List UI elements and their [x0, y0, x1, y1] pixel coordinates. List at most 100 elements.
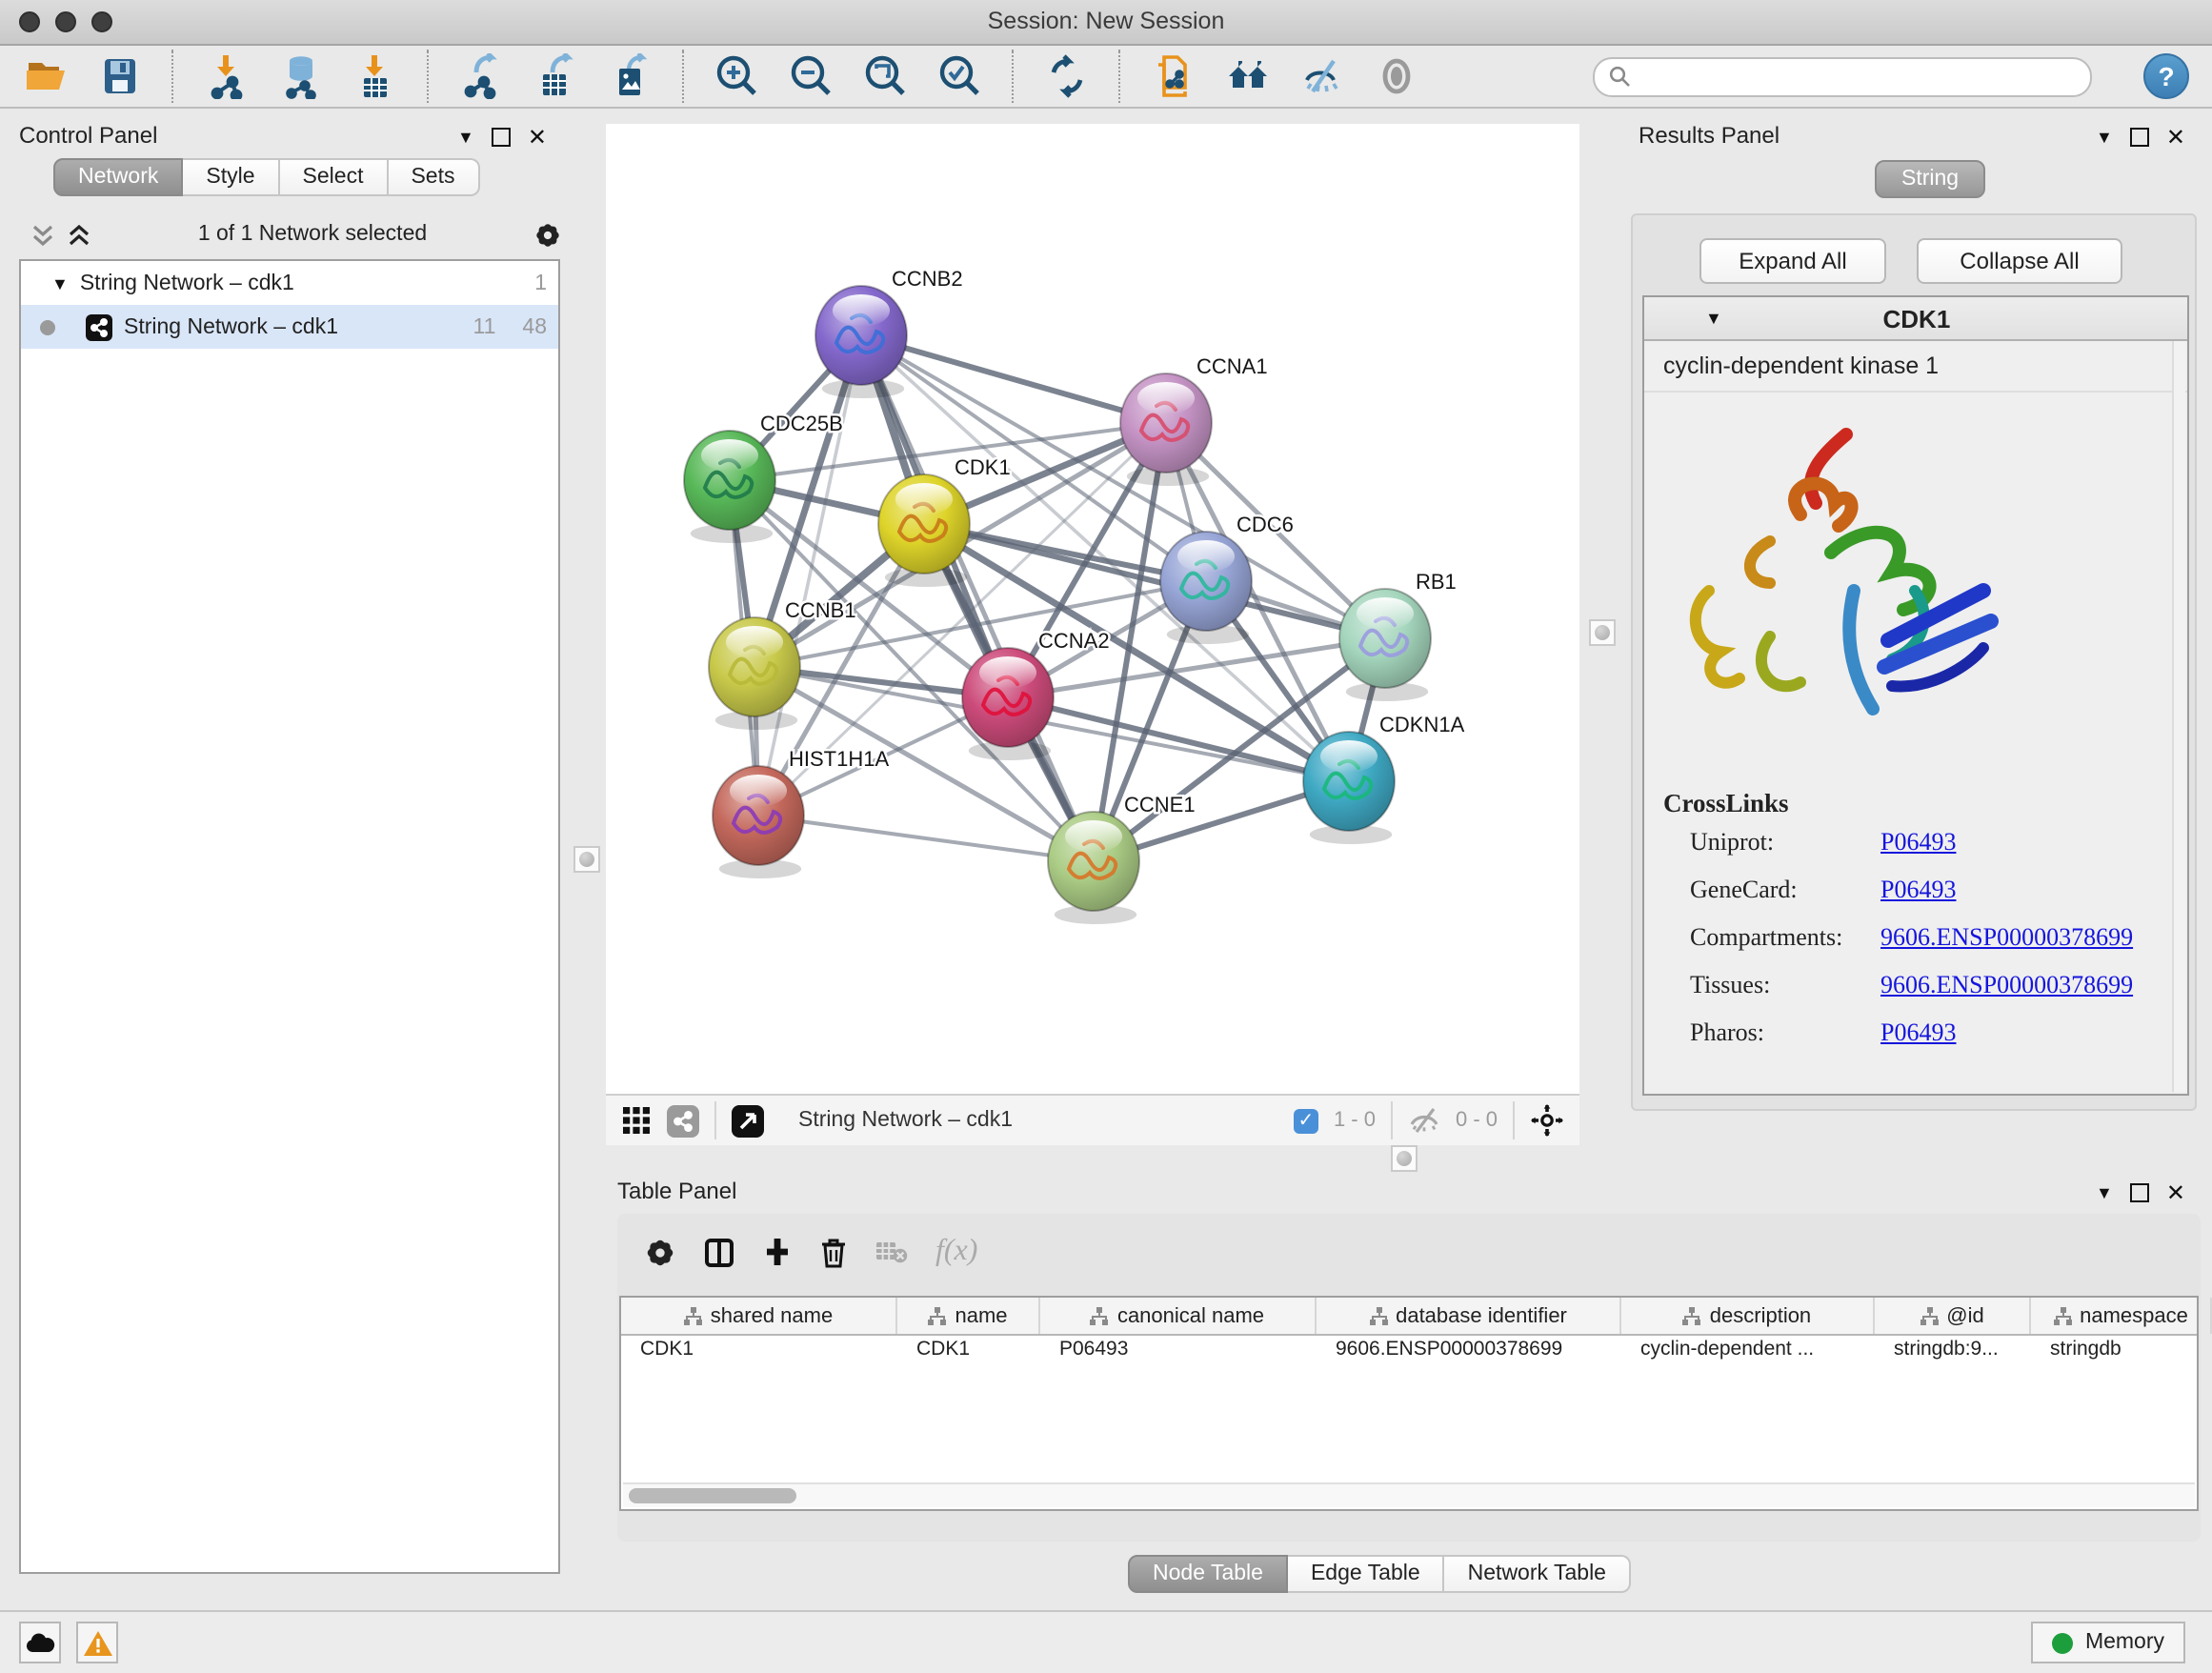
- export-network-icon[interactable]: [459, 53, 505, 99]
- first-neighbors-icon[interactable]: [1225, 53, 1271, 99]
- results-scrollbar[interactable]: [2172, 341, 2185, 1092]
- collection-expand-icon[interactable]: ▼: [51, 273, 69, 292]
- export-table-icon[interactable]: [533, 53, 579, 99]
- network-share-view-icon[interactable]: [667, 1104, 699, 1137]
- node-label-CDKN1A: CDKN1A: [1379, 713, 1465, 736]
- control-panel-float-icon[interactable]: [492, 128, 511, 147]
- gene-collapse-icon[interactable]: ▼: [1705, 309, 1722, 328]
- tab-sets[interactable]: Sets: [388, 158, 479, 196]
- column-header-description[interactable]: description: [1621, 1298, 1875, 1334]
- crosslink-value-link[interactable]: P06493: [1880, 875, 1956, 905]
- save-session-icon[interactable]: [97, 53, 143, 99]
- tab-network-table[interactable]: Network Table: [1445, 1555, 1631, 1593]
- memory-button[interactable]: Memory: [2032, 1622, 2185, 1663]
- node-CCNA1[interactable]: CCNA1: [1120, 354, 1268, 486]
- table-cell[interactable]: 9606.ENSP00000378699: [1317, 1336, 1621, 1366]
- help-button[interactable]: ?: [2143, 53, 2189, 99]
- search-box[interactable]: [1593, 56, 2092, 96]
- table-panel-float-icon[interactable]: [2130, 1183, 2149, 1202]
- tab-select[interactable]: Select: [280, 158, 389, 196]
- export-image-icon[interactable]: [608, 53, 654, 99]
- show-columns-icon[interactable]: [703, 1236, 735, 1268]
- column-header-name[interactable]: name: [897, 1298, 1040, 1334]
- warning-button[interactable]: [76, 1622, 118, 1663]
- control-panel-close-icon[interactable]: ✕: [528, 126, 547, 149]
- column-header-namespace[interactable]: namespace: [2031, 1298, 2212, 1334]
- expand-all-icon[interactable]: [67, 222, 91, 247]
- expand-all-button[interactable]: Expand All: [1699, 238, 1886, 284]
- right-splitter-handle[interactable]: [1589, 619, 1616, 646]
- tab-node-table[interactable]: Node Table: [1128, 1555, 1288, 1593]
- table-cell[interactable]: P06493: [1040, 1336, 1317, 1366]
- column-header-database-identifier[interactable]: database identifier: [1317, 1298, 1621, 1334]
- table-horizontal-scrollbar[interactable]: [623, 1482, 2195, 1507]
- node-RB1[interactable]: RB1: [1339, 570, 1457, 701]
- control-panel-menu-icon[interactable]: ▼: [457, 128, 474, 147]
- tab-network[interactable]: Network: [53, 158, 183, 196]
- node-CCNB2[interactable]: CCNB2: [815, 267, 963, 398]
- crosslink-value-link[interactable]: 9606.ENSP00000378699: [1880, 970, 2133, 1000]
- zoom-out-icon[interactable]: [789, 53, 835, 99]
- table-panel-close-icon[interactable]: ✕: [2166, 1181, 2185, 1204]
- left-splitter-handle[interactable]: [573, 846, 600, 873]
- documents-share-icon[interactable]: [1151, 53, 1196, 99]
- table-row[interactable]: CDK1CDK1P064939606.ENSP00000378699cyclin…: [621, 1336, 2197, 1366]
- results-panel-float-icon[interactable]: [2130, 128, 2149, 147]
- import-table-icon[interactable]: [352, 53, 398, 99]
- network-options-gear-icon[interactable]: [533, 220, 562, 249]
- network-collection-row[interactable]: ▼ String Network – cdk1 1: [21, 261, 558, 305]
- network-selection-status-bar: 1 of 1 Network selected: [19, 212, 562, 257]
- selected-checkbox-icon[interactable]: ✓: [1294, 1108, 1318, 1133]
- fit-content-crosshair-icon[interactable]: [1530, 1103, 1564, 1138]
- column-header-canonical-name[interactable]: canonical name: [1040, 1298, 1317, 1334]
- search-input[interactable]: [1639, 63, 2077, 90]
- table-panel-menu-icon[interactable]: ▼: [2096, 1183, 2113, 1202]
- detach-view-icon[interactable]: [732, 1104, 764, 1137]
- cloud-button[interactable]: [19, 1622, 61, 1663]
- update-network-icon[interactable]: [1044, 53, 1090, 99]
- show-all-eye-icon[interactable]: [1374, 53, 1419, 99]
- scrollbar-thumb[interactable]: [629, 1488, 796, 1503]
- network-view-canvas[interactable]: CCNB2CCNA1CDC25BCDK1CDC6RB1CCNB1CCNA2CDK…: [606, 124, 1579, 1094]
- gene-section-header[interactable]: ▼ CDK1: [1644, 297, 2187, 341]
- tab-string[interactable]: String: [1875, 160, 1985, 198]
- column-header-shared-name[interactable]: shared name: [621, 1298, 897, 1334]
- collapse-all-button[interactable]: Collapse All: [1917, 238, 2122, 284]
- results-panel-menu-icon[interactable]: ▼: [2096, 128, 2113, 147]
- column-header--id[interactable]: @id: [1875, 1298, 2031, 1334]
- tab-edge-table[interactable]: Edge Table: [1288, 1555, 1445, 1593]
- crosslink-value-link[interactable]: 9606.ENSP00000378699: [1880, 922, 2133, 953]
- node-CDKN1A[interactable]: CDKN1A: [1303, 713, 1465, 844]
- open-session-icon[interactable]: [23, 53, 69, 99]
- collapse-all-icon[interactable]: [30, 222, 55, 247]
- crosslink-value-link[interactable]: P06493: [1880, 1018, 1956, 1048]
- import-network-database-icon[interactable]: [278, 53, 324, 99]
- zoom-fit-icon[interactable]: [863, 53, 909, 99]
- delete-column-icon[interactable]: [819, 1236, 848, 1268]
- crosslink-value-link[interactable]: P06493: [1880, 827, 1956, 857]
- hide-selected-eye-icon[interactable]: [1299, 53, 1345, 99]
- edge-HIST1H1A-CCNE1[interactable]: [758, 816, 1094, 861]
- table-cell[interactable]: stringdb:9...: [1875, 1336, 2031, 1366]
- edge-CCNB2-CCNE1[interactable]: [861, 335, 1094, 861]
- add-column-icon[interactable]: [762, 1237, 793, 1267]
- hidden-eye-icon[interactable]: [1408, 1107, 1440, 1134]
- table-cell[interactable]: CDK1: [621, 1336, 897, 1366]
- footer-separator: [714, 1101, 716, 1139]
- node-CDC25B[interactable]: CDC25B: [684, 412, 843, 543]
- edge-CCNB2-HIST1H1A[interactable]: [758, 335, 861, 816]
- table-cell[interactable]: cyclin-dependent ...: [1621, 1336, 1875, 1366]
- results-panel-close-icon[interactable]: ✕: [2166, 126, 2185, 149]
- table-cell[interactable]: CDK1: [897, 1336, 1040, 1366]
- zoom-in-icon[interactable]: [714, 53, 760, 99]
- zoom-selected-icon[interactable]: [937, 53, 983, 99]
- network-row[interactable]: String Network – cdk1 11 48: [21, 305, 558, 349]
- table-options-gear-icon[interactable]: [644, 1236, 676, 1268]
- node-CDC6[interactable]: CDC6: [1160, 513, 1294, 644]
- import-network-file-icon[interactable]: [204, 53, 250, 99]
- tab-style[interactable]: Style: [183, 158, 279, 196]
- bottom-splitter-handle[interactable]: [1391, 1145, 1418, 1172]
- node-HIST1H1A[interactable]: HIST1H1A: [713, 747, 889, 878]
- grid-view-icon[interactable]: [621, 1105, 652, 1136]
- table-cell[interactable]: stringdb: [2031, 1336, 2212, 1366]
